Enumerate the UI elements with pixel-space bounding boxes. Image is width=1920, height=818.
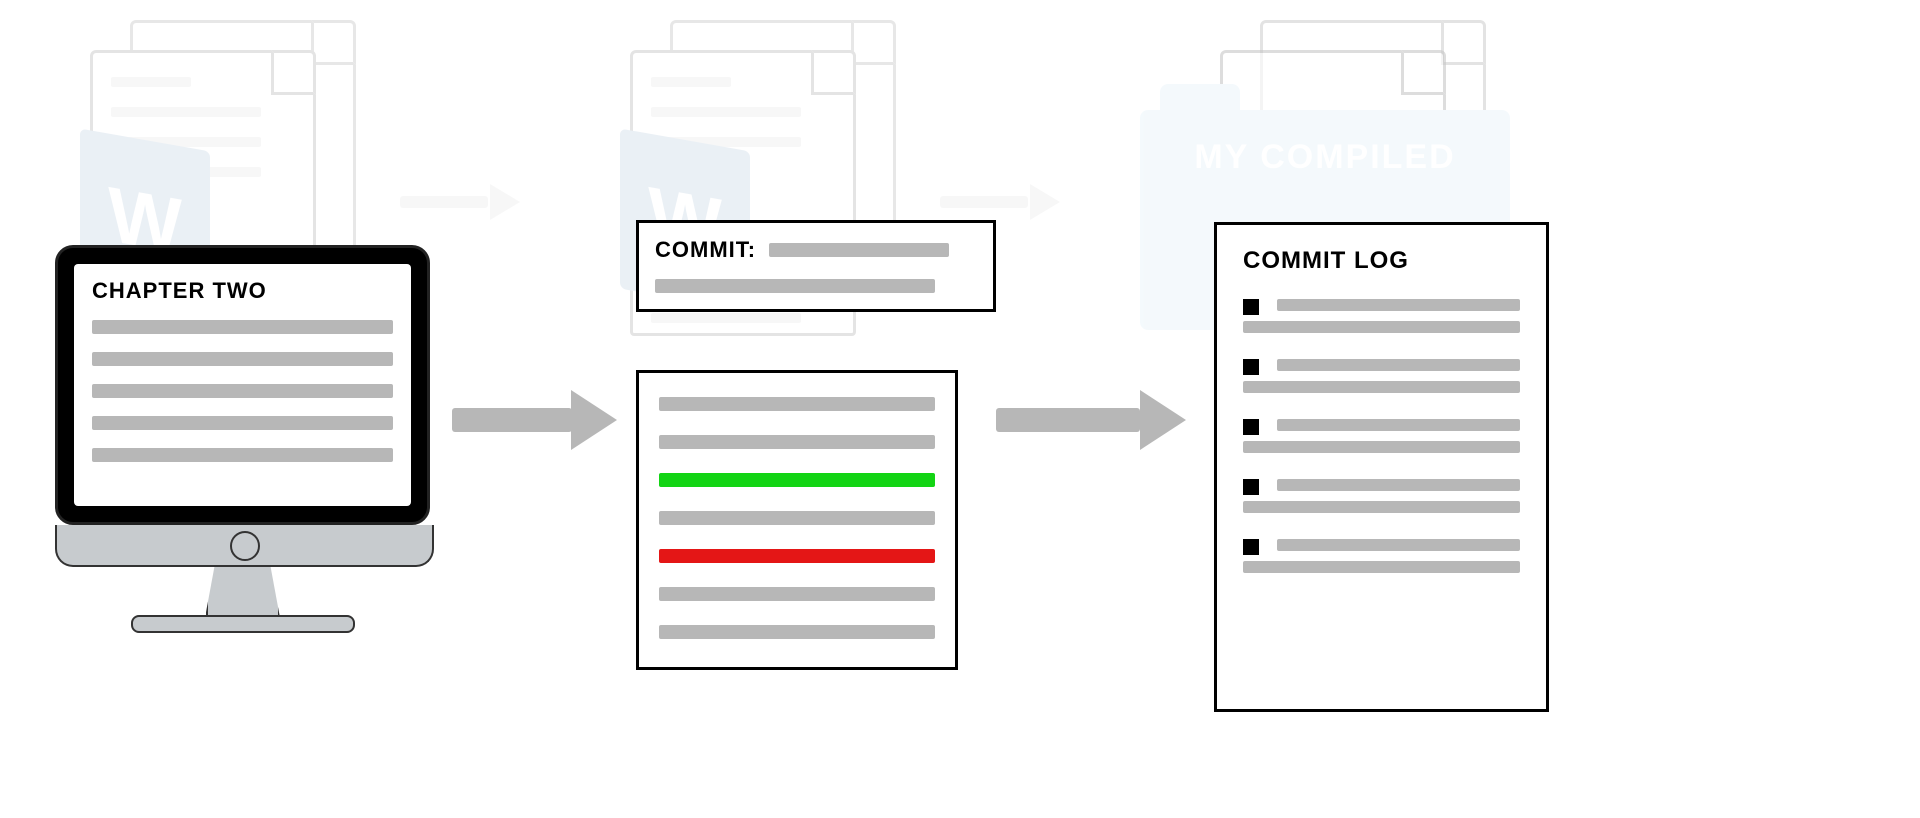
arrow-to-log bbox=[996, 400, 1186, 440]
log-line-placeholder bbox=[1243, 321, 1520, 333]
commit-log-item bbox=[1243, 359, 1520, 393]
log-line-placeholder bbox=[1243, 381, 1520, 393]
log-line-placeholder bbox=[1277, 479, 1520, 491]
commit-msg-placeholder bbox=[769, 243, 949, 257]
log-line-placeholder bbox=[1277, 359, 1520, 371]
bullet-icon bbox=[1243, 359, 1259, 375]
diff-removed-line bbox=[659, 549, 935, 563]
folder-label: MY COMPILED bbox=[1194, 138, 1455, 177]
bullet-icon bbox=[1243, 419, 1259, 435]
text-placeholder-line bbox=[92, 416, 393, 430]
diff-context-line bbox=[659, 587, 935, 601]
diff-context-line bbox=[659, 625, 935, 639]
monitor: CHAPTER TWO bbox=[55, 245, 430, 633]
bullet-icon bbox=[1243, 479, 1259, 495]
diff-context-line bbox=[659, 435, 935, 449]
commit-message-box: COMMIT: bbox=[636, 220, 996, 312]
faded-arrow-1 bbox=[400, 190, 520, 214]
log-line-placeholder bbox=[1243, 441, 1520, 453]
monitor-screen: CHAPTER TWO bbox=[74, 264, 411, 506]
diff-context-line bbox=[659, 511, 935, 525]
text-placeholder-line bbox=[92, 448, 393, 462]
diff-added-line bbox=[659, 473, 935, 487]
commit-log-item bbox=[1243, 419, 1520, 453]
log-line-placeholder bbox=[1277, 539, 1520, 551]
monitor-stand-foot bbox=[131, 615, 355, 633]
log-line-placeholder bbox=[1243, 501, 1520, 513]
commit-log-box: COMMIT LOG bbox=[1214, 222, 1549, 712]
text-placeholder-line bbox=[92, 352, 393, 366]
diff-box bbox=[636, 370, 958, 670]
log-line-placeholder bbox=[1277, 299, 1520, 311]
monitor-chin bbox=[55, 525, 434, 567]
log-line-placeholder bbox=[1277, 419, 1520, 431]
monitor-bezel: CHAPTER TWO bbox=[55, 245, 430, 525]
commit-log-item bbox=[1243, 539, 1520, 573]
commit-log-item bbox=[1243, 479, 1520, 513]
diff-context-line bbox=[659, 397, 935, 411]
arrow-to-diff bbox=[452, 400, 617, 440]
faded-arrow-2 bbox=[940, 190, 1060, 214]
bullet-icon bbox=[1243, 299, 1259, 315]
monitor-stand-neck bbox=[206, 567, 280, 615]
diagram-stage: W W MY COMPILED bbox=[0, 0, 1920, 818]
text-placeholder-line bbox=[92, 384, 393, 398]
commit-log-item bbox=[1243, 299, 1520, 333]
bullet-icon bbox=[1243, 539, 1259, 555]
text-placeholder-line bbox=[92, 320, 393, 334]
monitor-power-button bbox=[230, 531, 260, 561]
screen-title: CHAPTER TWO bbox=[92, 278, 393, 304]
commit-label: COMMIT: bbox=[655, 237, 756, 263]
commit-log-title: COMMIT LOG bbox=[1243, 247, 1520, 275]
log-line-placeholder bbox=[1243, 561, 1520, 573]
commit-msg-placeholder bbox=[655, 279, 935, 293]
